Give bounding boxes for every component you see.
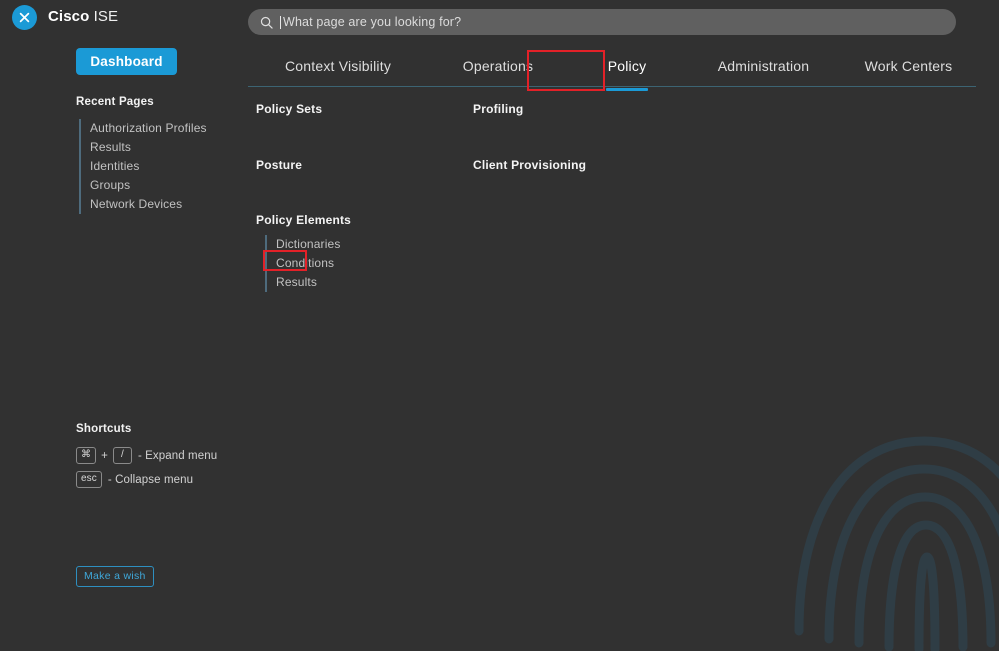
close-icon <box>19 12 30 23</box>
tab-label: Work Centers <box>864 58 953 74</box>
recent-pages-list: Authorization Profiles Results Identitie… <box>79 119 207 214</box>
menu-spacer <box>256 172 351 213</box>
sidebar-item-groups[interactable]: Groups <box>81 176 207 195</box>
top-bar: Cisco ISE What page are you looking for? <box>0 0 999 44</box>
search-placeholder: What page are you looking for? <box>283 15 462 29</box>
menu-item-profiling[interactable]: Profiling <box>473 102 586 116</box>
search-icon <box>260 16 273 29</box>
tab-bar-divider <box>248 86 976 87</box>
make-a-wish-button[interactable]: Make a wish <box>76 566 154 587</box>
tab-label: Policy <box>607 58 647 74</box>
shortcuts-title: Shortcuts <box>76 423 132 435</box>
keycap-plus: + <box>101 449 108 462</box>
close-button[interactable] <box>12 5 37 30</box>
keycap-esc: esc <box>76 471 102 488</box>
tab-label: Operations <box>462 58 534 74</box>
menu-spacer <box>473 116 586 158</box>
tab-label: Administration <box>717 58 810 74</box>
brand-logo: Cisco ISE <box>48 8 118 25</box>
tab-label: Context Visibility <box>284 58 392 74</box>
tab-work-centers[interactable]: Work Centers <box>841 50 976 74</box>
menu-subitem-results[interactable]: Results <box>267 273 351 292</box>
tab-context-visibility[interactable]: Context Visibility <box>248 50 428 74</box>
menu-column-left: Policy Sets Posture Policy Elements Dict… <box>256 102 351 292</box>
menu-subitem-dictionaries[interactable]: Dictionaries <box>267 235 351 254</box>
brand-name-light: ISE <box>93 8 119 25</box>
active-tab-indicator <box>606 88 648 91</box>
sidebar-item-results[interactable]: Results <box>81 138 207 157</box>
keycap-command: ⌘ <box>76 447 97 464</box>
search-input[interactable]: What page are you looking for? <box>248 9 956 35</box>
dashboard-button[interactable]: Dashboard <box>76 48 177 75</box>
shortcut-expand-label: - Expand menu <box>137 449 218 462</box>
menu-item-policy-sets[interactable]: Policy Sets <box>256 102 351 116</box>
text-caret <box>280 15 281 29</box>
menu-column-right: Profiling Client Provisioning <box>473 102 586 172</box>
shortcut-expand-menu: ⌘ + / - Expand menu <box>76 447 217 464</box>
menu-item-posture[interactable]: Posture <box>256 158 351 172</box>
sidebar-item-identities[interactable]: Identities <box>81 157 207 176</box>
sidebar: Dashboard Recent Pages Authorization Pro… <box>0 44 248 587</box>
shortcut-collapse-menu: esc - Collapse menu <box>76 471 193 488</box>
recent-pages-title: Recent Pages <box>76 96 154 108</box>
policy-elements-sublist: Dictionaries Conditions Results <box>265 235 351 292</box>
keycap-slash: / <box>112 447 132 464</box>
shortcut-collapse-label: - Collapse menu <box>107 473 194 486</box>
menu-spacer <box>256 116 351 158</box>
sidebar-item-network-devices[interactable]: Network Devices <box>81 195 207 214</box>
sidebar-item-authorization-profiles[interactable]: Authorization Profiles <box>81 119 207 138</box>
tab-policy[interactable]: Policy <box>568 50 686 91</box>
tab-operations[interactable]: Operations <box>428 50 568 74</box>
tab-administration[interactable]: Administration <box>686 50 841 74</box>
brand-name-bold: Cisco <box>48 8 90 25</box>
main-panel: Context Visibility Operations Policy Adm… <box>248 44 999 546</box>
menu-item-policy-elements[interactable]: Policy Elements <box>256 213 351 227</box>
menu-item-client-provisioning[interactable]: Client Provisioning <box>473 158 586 172</box>
menu-subitem-conditions[interactable]: Conditions <box>267 254 351 273</box>
